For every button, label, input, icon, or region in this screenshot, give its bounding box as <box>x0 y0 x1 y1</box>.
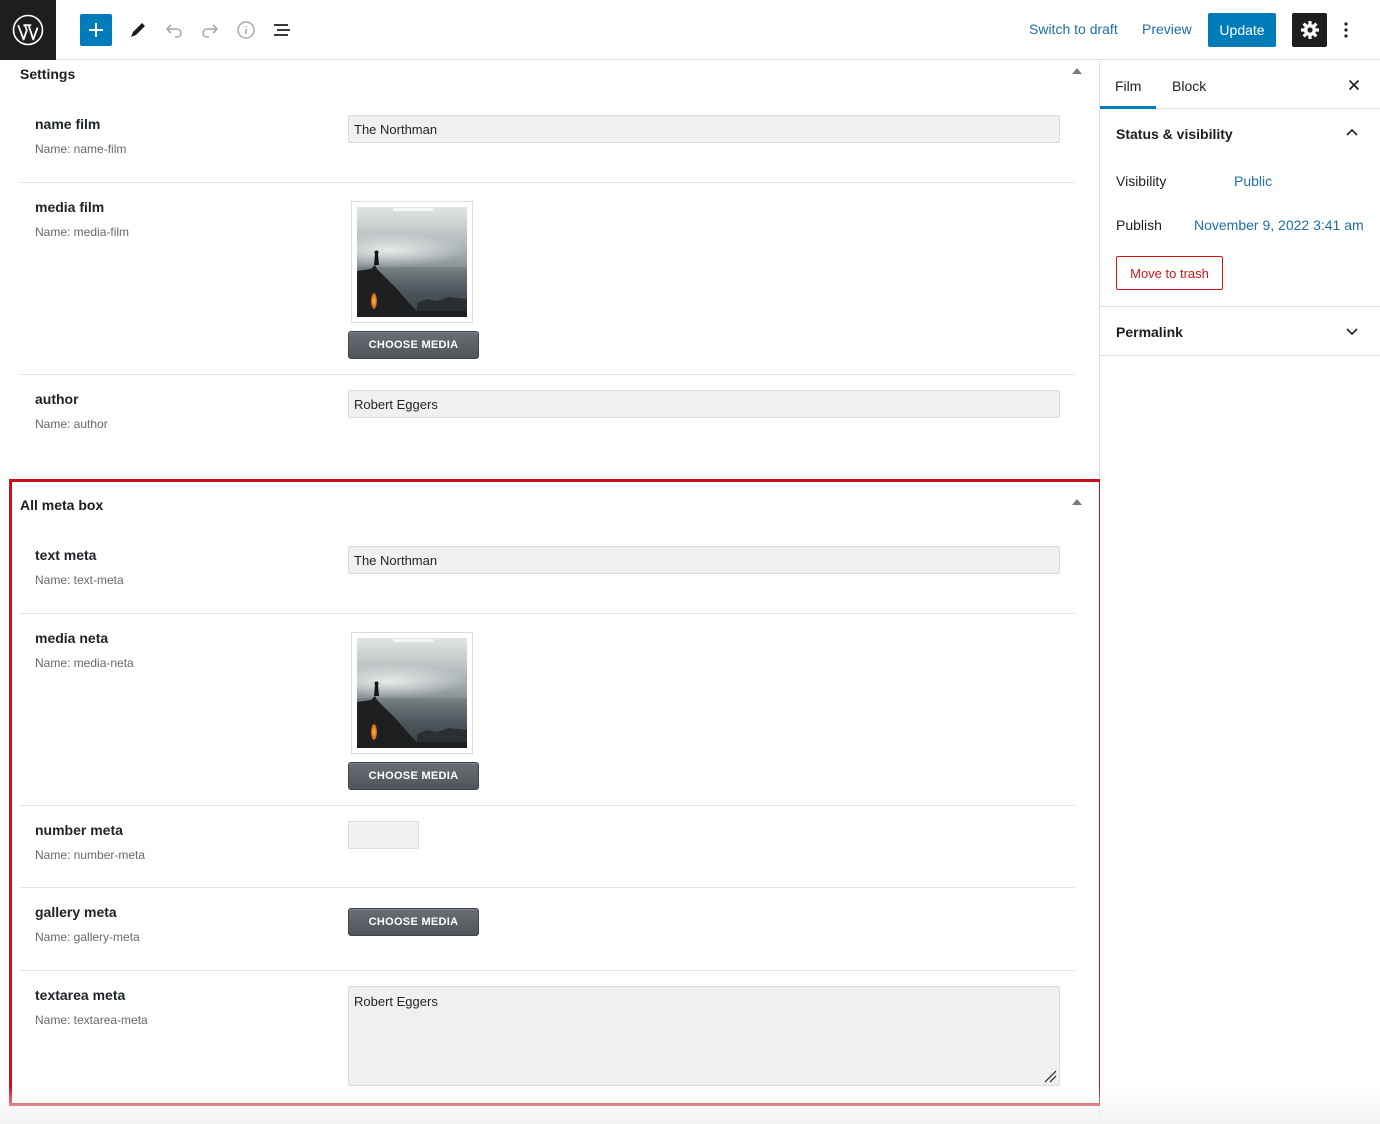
close-sidebar-button[interactable] <box>1344 75 1364 95</box>
row-divider <box>20 887 1075 888</box>
textarea-meta-label: textarea meta <box>35 987 126 1003</box>
row-divider <box>20 182 1075 183</box>
textarea-meta-key: Name: textarea-meta <box>35 1013 148 1027</box>
media-film-thumbnail[interactable] <box>351 201 473 323</box>
permalink-title[interactable]: Permalink <box>1116 324 1183 340</box>
active-tab-indicator <box>1100 106 1156 109</box>
media-neta-choose-button[interactable]: CHOOSE MEDIA <box>348 762 479 790</box>
visibility-label: Visibility <box>1116 173 1167 189</box>
settings-sidebar: Film Block Status & visibility Visibilit… <box>1100 61 1380 1124</box>
author-label: author <box>35 391 79 407</box>
list-view-button[interactable] <box>266 14 298 46</box>
undo-button[interactable] <box>158 14 190 46</box>
close-icon <box>1348 79 1360 91</box>
plus-icon <box>89 23 103 37</box>
redo-button[interactable] <box>194 14 226 46</box>
wordpress-logo-icon[interactable] <box>0 0 56 60</box>
text-meta-input[interactable]: The Northman <box>348 546 1060 574</box>
editor-content: Settings name film Name: name-film The N… <box>0 61 1099 1124</box>
visibility-value[interactable]: Public <box>1234 173 1272 189</box>
switch-to-draft-button[interactable]: Switch to draft <box>1029 21 1118 37</box>
settings-box-title: Settings <box>20 66 76 82</box>
gallery-meta-choose-button[interactable]: CHOOSE MEDIA <box>348 908 479 936</box>
media-film-key: Name: media-film <box>35 225 130 239</box>
tools-edit-button[interactable] <box>122 14 154 46</box>
number-meta-key: Name: number-meta <box>35 848 146 862</box>
media-neta-label: media neta <box>35 630 109 646</box>
chevron-up-icon[interactable] <box>1344 125 1360 141</box>
update-button[interactable]: Update <box>1208 13 1276 47</box>
move-to-trash-button[interactable]: Move to trash <box>1116 256 1223 290</box>
preview-button[interactable]: Preview <box>1142 21 1192 37</box>
film-poster-image <box>357 207 467 317</box>
status-visibility-title[interactable]: Status & visibility <box>1116 126 1233 142</box>
textarea-meta-input[interactable]: Robert Eggers <box>348 986 1060 1086</box>
row-divider <box>20 970 1075 971</box>
media-film-choose-button[interactable]: CHOOSE MEDIA <box>348 331 479 359</box>
list-view-icon <box>274 24 290 36</box>
panel-divider <box>1100 355 1380 356</box>
name-film-input[interactable]: The Northman <box>348 115 1060 143</box>
row-divider <box>20 805 1075 806</box>
media-neta-thumbnail[interactable] <box>351 632 473 754</box>
row-divider <box>20 374 1075 375</box>
publish-date-value[interactable]: November 9, 2022 3:41 am <box>1194 217 1364 233</box>
redo-icon <box>202 24 219 38</box>
settings-box-toggle[interactable] <box>1072 68 1082 74</box>
sidebar-tabs: Film Block <box>1100 61 1380 109</box>
tab-block[interactable]: Block <box>1172 78 1206 94</box>
chevron-down-icon[interactable] <box>1344 323 1360 339</box>
author-input[interactable]: Robert Eggers <box>348 390 1060 418</box>
name-film-label: name film <box>35 116 101 132</box>
number-meta-input[interactable] <box>348 821 419 849</box>
text-meta-label: text meta <box>35 547 97 563</box>
more-vertical-icon <box>1344 22 1348 38</box>
author-key: Name: author <box>35 417 108 431</box>
info-icon <box>237 21 255 39</box>
add-block-button[interactable] <box>80 14 112 46</box>
pencil-icon <box>131 23 145 37</box>
details-button[interactable] <box>230 14 262 46</box>
name-film-key: Name: name-film <box>35 142 127 156</box>
media-film-label: media film <box>35 199 105 215</box>
panel-divider <box>1100 306 1380 307</box>
gear-icon <box>1300 21 1319 39</box>
undo-icon <box>165 24 182 38</box>
meta-box-toggle[interactable] <box>1072 499 1082 505</box>
gallery-meta-key: Name: gallery-meta <box>35 930 140 944</box>
options-button[interactable] <box>1336 16 1356 44</box>
settings-button[interactable] <box>1292 13 1327 47</box>
meta-box-title: All meta box <box>20 497 104 513</box>
resize-handle-icon[interactable] <box>1043 1069 1057 1083</box>
row-divider <box>20 613 1075 614</box>
textarea-meta-value: Robert Eggers <box>354 994 438 1009</box>
publish-label: Publish <box>1116 217 1162 233</box>
editor-header: Switch to draft Preview Update <box>0 0 1380 60</box>
number-meta-label: number meta <box>35 822 123 838</box>
text-meta-key: Name: text-meta <box>35 573 124 587</box>
gallery-meta-label: gallery meta <box>35 904 117 920</box>
tab-film[interactable]: Film <box>1115 78 1141 94</box>
media-neta-key: Name: media-neta <box>35 656 134 670</box>
film-poster-image <box>357 638 467 748</box>
